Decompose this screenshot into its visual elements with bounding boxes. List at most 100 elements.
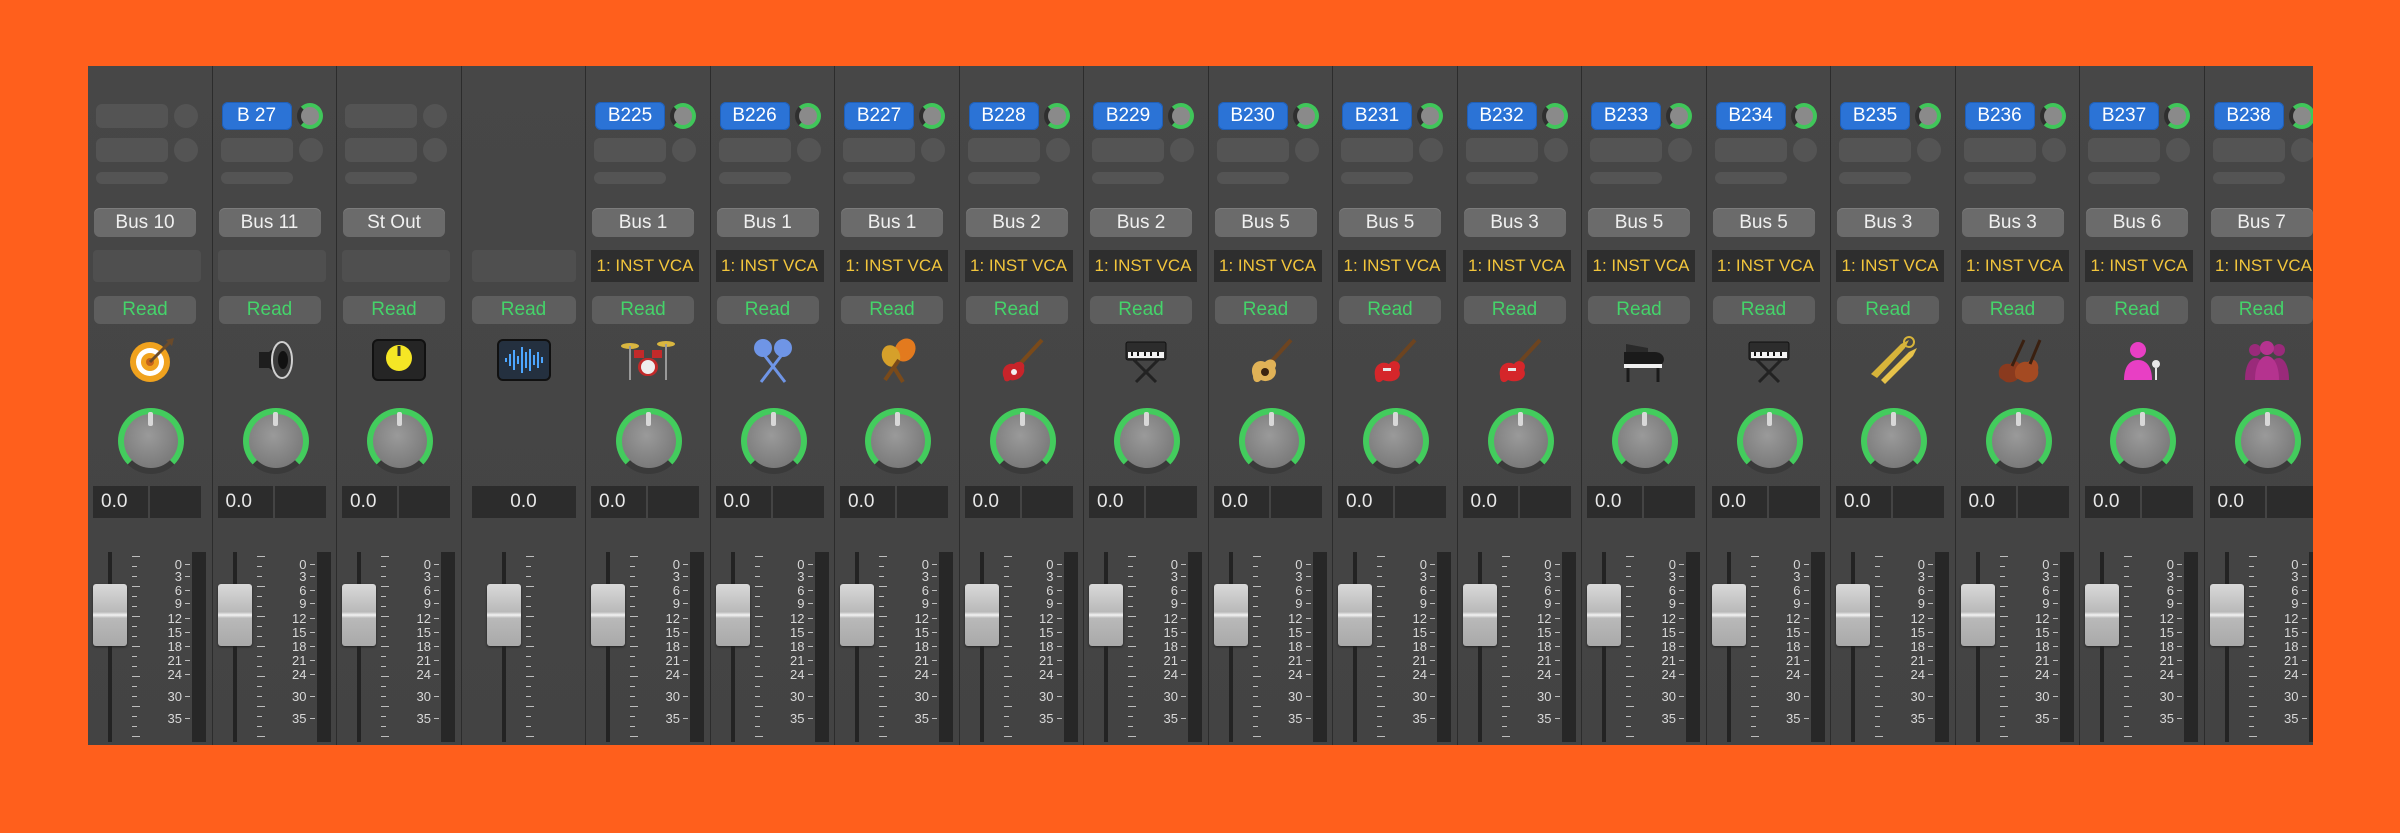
empty-send-slot[interactable]	[96, 172, 168, 184]
pan-knob[interactable]	[2110, 408, 2176, 474]
pan-knob[interactable]	[1985, 408, 2052, 474]
automation-mode-button[interactable]: Read	[965, 296, 1068, 324]
track-icon-slot[interactable]	[1209, 334, 1333, 390]
output-button[interactable]: Bus 5	[1588, 208, 1690, 237]
empty-send-slot[interactable]	[2088, 172, 2160, 184]
fader-track[interactable]	[2100, 552, 2104, 742]
automation-mode-button[interactable]: Read	[841, 296, 943, 324]
volume-fader[interactable]	[342, 584, 376, 646]
send-button[interactable]: B230	[1217, 102, 1288, 130]
empty-send-slot[interactable]	[843, 172, 915, 184]
volume-readout[interactable]: 0.0	[964, 486, 1020, 518]
output-button[interactable]: Bus 6	[2086, 208, 2188, 237]
volume-readout[interactable]: 0.0	[1338, 486, 1393, 518]
pan-knob[interactable]	[740, 408, 807, 474]
empty-send-slot[interactable]	[718, 138, 791, 162]
send-button[interactable]: B227	[844, 102, 914, 130]
fader-track[interactable]	[855, 552, 859, 742]
empty-send-slot[interactable]	[1839, 172, 1911, 184]
vca-assignment[interactable]: 1: INST VCA	[715, 250, 824, 282]
track-icon-slot[interactable]	[586, 334, 710, 390]
volume-fader[interactable]	[1836, 584, 1870, 646]
fader-track[interactable]	[1726, 552, 1731, 742]
fader-track[interactable]	[730, 552, 735, 742]
volume-fader[interactable]	[1338, 584, 1372, 646]
empty-send-slot[interactable]	[718, 172, 791, 184]
fader-track[interactable]	[2224, 552, 2229, 742]
volume-readout[interactable]: 0.0	[715, 486, 771, 518]
empty-send-slot[interactable]	[345, 172, 417, 184]
output-button[interactable]: Bus 3	[1837, 208, 1939, 237]
output-button[interactable]: Bus 1	[716, 208, 819, 237]
track-icon-slot[interactable]	[1458, 334, 1582, 390]
fader-track[interactable]	[606, 552, 610, 742]
empty-send-slot[interactable]	[594, 172, 666, 184]
volume-fader[interactable]	[840, 584, 874, 646]
fader-track[interactable]	[1975, 552, 1980, 742]
empty-send-slot[interactable]	[220, 138, 293, 162]
send-level-knob[interactable]	[296, 103, 323, 129]
volume-readout[interactable]: 0.0	[93, 486, 148, 518]
send-level-knob[interactable]	[1666, 103, 1692, 129]
volume-readout[interactable]: 0.0	[1089, 486, 1144, 518]
send-button[interactable]: B237	[2089, 102, 2159, 130]
automation-mode-button[interactable]: Read	[592, 296, 694, 324]
pan-knob[interactable]	[616, 408, 682, 474]
output-button[interactable]: Bus 1	[592, 208, 694, 237]
empty-send-slot[interactable]	[1341, 138, 1413, 162]
empty-send-slot[interactable]	[2212, 172, 2285, 184]
volume-readout[interactable]: 0.0	[342, 486, 397, 518]
vca-assignment[interactable]: 1: INST VCA	[2085, 250, 2193, 282]
empty-send-slot[interactable]	[345, 104, 417, 128]
output-button[interactable]: Bus 5	[1214, 208, 1317, 237]
volume-fader[interactable]	[1711, 584, 1746, 646]
vca-assignment[interactable]: 1: INST VCA	[1836, 250, 1944, 282]
track-icon-slot[interactable]	[1831, 334, 1955, 390]
track-icon-slot[interactable]	[960, 334, 1084, 390]
vca-assignment[interactable]: 1: INST VCA	[591, 250, 699, 282]
vca-assignment[interactable]: 1: INST VCA	[1213, 250, 1322, 282]
volume-readout[interactable]: 0.0	[840, 486, 895, 518]
output-button[interactable]: Bus 10	[94, 208, 196, 237]
volume-fader[interactable]	[1213, 584, 1248, 646]
pan-knob[interactable]	[2234, 408, 2301, 474]
send-button[interactable]: B 27	[221, 102, 292, 130]
track-icon-slot[interactable]	[88, 334, 212, 390]
volume-readout[interactable]: 0.0	[1587, 486, 1642, 518]
send-level-knob[interactable]	[794, 103, 821, 129]
automation-mode-button[interactable]: Read	[1588, 296, 1690, 324]
empty-send-slot[interactable]	[1465, 138, 1538, 162]
fader-track[interactable]	[1104, 552, 1108, 742]
empty-send-slot[interactable]	[967, 138, 1040, 162]
track-icon-slot[interactable]	[213, 334, 337, 390]
volume-fader[interactable]	[2209, 584, 2244, 646]
volume-readout[interactable]: 0.0	[1462, 486, 1518, 518]
empty-send-slot[interactable]	[1590, 138, 1662, 162]
empty-send-slot[interactable]	[1590, 172, 1662, 184]
fader-track[interactable]	[979, 552, 984, 742]
vca-assignment[interactable]: 1: INST VCA	[840, 250, 948, 282]
empty-send-slot[interactable]	[1963, 138, 2036, 162]
volume-fader[interactable]	[1462, 584, 1497, 646]
volume-readout[interactable]: 0.0	[1213, 486, 1269, 518]
volume-readout[interactable]: 0.0	[217, 486, 273, 518]
track-icon-slot[interactable]	[337, 334, 461, 390]
empty-send-slot[interactable]	[1341, 172, 1413, 184]
vca-assignment[interactable]: 1: INST VCA	[2209, 250, 2313, 282]
send-button[interactable]: B232	[1466, 102, 1537, 130]
empty-send-slot[interactable]	[1092, 138, 1164, 162]
vca-assignment[interactable]: 1: INST VCA	[1089, 250, 1197, 282]
send-button[interactable]: B228	[968, 102, 1039, 130]
vca-assignment[interactable]: 1: INST VCA	[1711, 250, 1820, 282]
empty-send-slot[interactable]	[967, 172, 1040, 184]
volume-fader[interactable]	[2085, 584, 2119, 646]
automation-mode-button[interactable]: Read	[94, 296, 196, 324]
empty-send-slot[interactable]	[2088, 138, 2160, 162]
automation-mode-button[interactable]: Read	[343, 296, 445, 324]
automation-mode-button[interactable]: Read	[1837, 296, 1939, 324]
send-level-knob[interactable]	[2164, 103, 2190, 129]
track-icon-slot[interactable]	[2080, 334, 2204, 390]
vca-assignment[interactable]: 1: INST VCA	[1462, 250, 1571, 282]
output-button[interactable]: St Out	[343, 208, 445, 237]
track-icon-slot[interactable]	[1956, 334, 2080, 390]
